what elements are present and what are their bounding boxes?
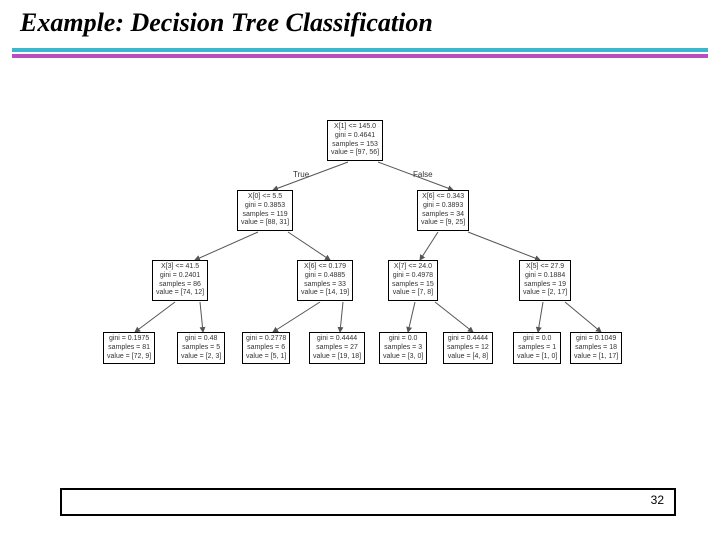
node-line: gini = 0.4444 [313,335,361,344]
tree-leaf: gini = 0.4444 samples = 12 value = [4, 8… [443,332,493,364]
node-line: gini = 0.4885 [301,272,349,281]
node-line: gini = 0.1049 [574,335,618,344]
divider-teal [12,48,708,52]
node-line: samples = 119 [241,211,289,220]
node-line: value = [4, 8] [447,353,489,362]
node-line: samples = 12 [447,344,489,353]
edge-label-false: False [413,170,433,179]
node-line: gini = 0.0 [383,335,423,344]
tree-leaf: gini = 0.4444 samples = 27 value = [19, … [309,332,365,364]
node-line: value = [7, 8] [392,289,434,298]
node-line: samples = 19 [523,281,567,290]
node-line: samples = 18 [574,344,618,353]
tree-node: X[6] <= 0.343 gini = 0.3893 samples = 34… [417,190,469,231]
tree-leaf: gini = 0.0 samples = 1 value = [1, 0] [513,332,561,364]
tree-node: X[5] <= 27.9 gini = 0.1884 samples = 19 … [519,260,571,301]
node-line: X[6] <= 0.179 [301,263,349,272]
node-line: value = [5, 1] [246,353,286,362]
node-line: X[5] <= 27.9 [523,263,567,272]
node-line: value = [3, 0] [383,353,423,362]
node-line: value = [1, 0] [517,353,557,362]
node-line: samples = 34 [421,211,465,220]
node-line: gini = 0.4641 [331,132,379,141]
node-line: gini = 0.48 [181,335,221,344]
tree-node: X[0] <= 5.5 gini = 0.3853 samples = 119 … [237,190,293,231]
node-line: samples = 86 [156,281,204,290]
tree-node-root: X[1] <= 145.0 gini = 0.4641 samples = 15… [327,120,383,161]
page-number: 32 [651,493,664,507]
tree-leaf: gini = 0.48 samples = 5 value = [2, 3] [177,332,225,364]
node-line: X[3] <= 41.5 [156,263,204,272]
node-line: value = [72, 9] [107,353,151,362]
node-line: gini = 0.1884 [523,272,567,281]
node-line: samples = 33 [301,281,349,290]
footer-box: 32 [60,488,676,516]
node-line: gini = 0.2778 [246,335,286,344]
tree-leaf: gini = 0.1049 samples = 18 value = [1, 1… [570,332,622,364]
tree-node: X[3] <= 41.5 gini = 0.2401 samples = 86 … [152,260,208,301]
node-line: value = [9, 25] [421,219,465,228]
node-line: samples = 81 [107,344,151,353]
node-line: X[1] <= 145.0 [331,123,379,132]
node-line: value = [14, 19] [301,289,349,298]
node-line: value = [19, 18] [313,353,361,362]
node-line: X[7] <= 24.0 [392,263,434,272]
node-line: samples = 5 [181,344,221,353]
node-line: gini = 0.3853 [241,202,289,211]
edge-label-true: True [293,170,309,179]
node-line: samples = 6 [246,344,286,353]
node-line: value = [97, 56] [331,149,379,158]
node-line: value = [2, 17] [523,289,567,298]
node-line: X[6] <= 0.343 [421,193,465,202]
node-line: gini = 0.1975 [107,335,151,344]
tree-leaf: gini = 0.1975 samples = 81 value = [72, … [103,332,155,364]
divider-magenta [12,54,708,58]
node-line: gini = 0.3893 [421,202,465,211]
tree-node: X[6] <= 0.179 gini = 0.4885 samples = 33… [297,260,353,301]
node-line: samples = 1 [517,344,557,353]
tree-leaf: gini = 0.0 samples = 3 value = [3, 0] [379,332,427,364]
node-line: X[0] <= 5.5 [241,193,289,202]
node-line: samples = 15 [392,281,434,290]
decision-tree: True False X[1] <= 145.0 gini = 0.4641 s… [95,120,630,415]
node-line: gini = 0.0 [517,335,557,344]
node-line: samples = 27 [313,344,361,353]
node-line: samples = 3 [383,344,423,353]
page-title: Example: Decision Tree Classification [20,8,433,38]
node-line: value = [2, 3] [181,353,221,362]
node-line: value = [1, 17] [574,353,618,362]
node-line: value = [74, 12] [156,289,204,298]
node-line: value = [88, 31] [241,219,289,228]
node-line: samples = 153 [331,141,379,150]
node-line: gini = 0.4978 [392,272,434,281]
node-line: gini = 0.4444 [447,335,489,344]
tree-node: X[7] <= 24.0 gini = 0.4978 samples = 15 … [388,260,438,301]
node-line: gini = 0.2401 [156,272,204,281]
tree-leaf: gini = 0.2778 samples = 6 value = [5, 1] [242,332,290,364]
